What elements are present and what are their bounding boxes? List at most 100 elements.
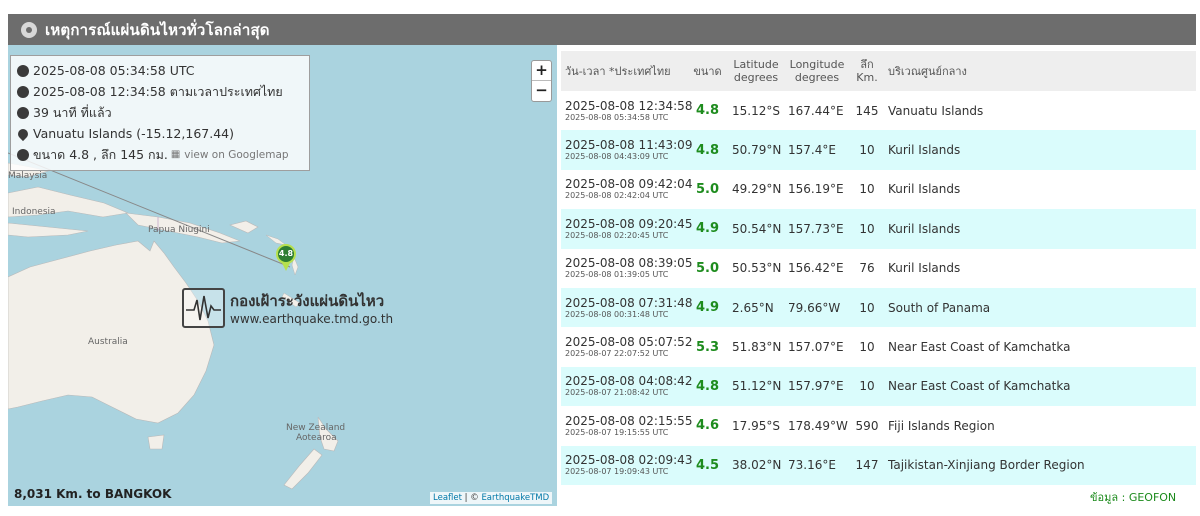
cell-depth: 147 (850, 445, 884, 485)
cell-depth: 10 (850, 209, 884, 249)
cell-longitude: 79.66°W (784, 287, 850, 328)
col-header-depth[interactable]: ลึก Km. (850, 51, 884, 91)
cell-region: Kuril Islands (884, 130, 1196, 170)
zoom-out-button[interactable]: − (532, 81, 551, 101)
table-row[interactable]: 2025-08-08 11:43:09 2025-08-08 04:43:09 U… (561, 130, 1196, 170)
zoom-control: + − (531, 60, 552, 102)
cell-region: Fiji Islands Region (884, 406, 1196, 446)
map-label-aotearoa: Aotearoa (296, 433, 337, 443)
cell-magnitude: 4.9 (687, 209, 728, 249)
seismograph-logo-icon (182, 288, 225, 328)
cell-magnitude: 5.0 (687, 169, 728, 210)
cell-latitude: 38.02°N (728, 445, 784, 485)
cell-longitude: 157.73°E (784, 209, 850, 249)
utc-time: 2025-08-08 00:31:48 UTC (565, 309, 669, 319)
table-row[interactable]: 2025-08-08 08:39:05 2025-08-08 01:39:05 U… (561, 248, 1196, 288)
cell-time: 2025-08-08 05:07:52 2025-08-07 22:07:52 U… (561, 327, 693, 367)
info-elapsed: 39 นาที ที่แล้ว (17, 102, 303, 123)
cell-longitude: 157.97°E (784, 366, 850, 407)
cell-longitude: 157.07°E (784, 327, 850, 367)
map-icon: ▦ (170, 149, 181, 160)
cell-region: Vanuatu Islands (884, 91, 1196, 131)
cell-magnitude: 4.5 (687, 445, 728, 485)
thai-time: 2025-08-08 02:09:43 (565, 453, 693, 468)
col-header-longitude[interactable]: Longitude degrees (784, 51, 850, 91)
thai-time: 2025-08-08 05:07:52 (565, 335, 693, 350)
map-label-australia: Australia (88, 337, 128, 347)
cell-magnitude: 5.3 (687, 327, 728, 367)
earthquake-table: วัน-เวลา *ประเทศไทย ขนาด Latitude degrees… (561, 51, 1196, 485)
earthquake-tmd-link[interactable]: EarthquakeTMD (481, 493, 549, 503)
table-row[interactable]: 2025-08-08 09:20:45 2025-08-08 02:20:45 U… (561, 209, 1196, 249)
cell-magnitude: 4.6 (687, 406, 728, 446)
cell-latitude: 15.12°S (728, 91, 784, 131)
table-row[interactable]: 2025-08-08 02:09:43 2025-08-07 19:09:43 U… (561, 445, 1196, 485)
map-pin-icon (15, 126, 31, 141)
thai-time: 2025-08-08 04:08:42 (565, 374, 693, 389)
thai-time: 2025-08-08 11:43:09 (565, 138, 693, 153)
cell-latitude: 50.79°N (728, 130, 784, 170)
utc-time: 2025-08-08 04:43:09 UTC (565, 152, 669, 162)
distance-to-bangkok: 8,031 Km. to BANGKOK (14, 487, 172, 501)
clock-icon (17, 85, 29, 98)
earthquake-marker[interactable]: 4.8 (276, 244, 296, 272)
cell-depth: 10 (850, 366, 884, 407)
cell-time: 2025-08-08 09:20:45 2025-08-08 02:20:45 U… (561, 209, 692, 249)
googlemap-link[interactable]: view on Googlemap (184, 149, 288, 161)
data-source: ข้อมูล : GEOFON (1090, 491, 1177, 504)
cell-depth: 10 (850, 287, 884, 328)
cell-depth: 10 (850, 130, 884, 170)
cell-time: 2025-08-08 08:39:05 2025-08-08 01:39:05 U… (561, 248, 692, 288)
table-row[interactable]: 2025-08-08 05:07:52 2025-08-07 22:07:52 U… (561, 327, 1196, 367)
utc-time: 2025-08-08 01:39:05 UTC (565, 270, 669, 280)
cell-longitude: 157.4°E (784, 130, 850, 170)
earthquake-table-container: วัน-เวลา *ประเทศไทย ขนาด Latitude degrees… (561, 51, 1196, 485)
cell-latitude: 51.12°N (728, 366, 784, 407)
map-attribution: Leaflet | © EarthquakeTMD (430, 492, 553, 504)
utc-time: 2025-08-08 02:42:04 UTC (565, 191, 669, 201)
col-header-latitude[interactable]: Latitude degrees (728, 51, 784, 91)
info-location: Vanuatu Islands (-15.12,167.44) (15, 123, 303, 144)
cell-longitude: 73.16°E (784, 445, 850, 485)
utc-time: 2025-08-07 19:15:55 UTC (565, 427, 669, 437)
col-header-time[interactable]: วัน-เวลา *ประเทศไทย (561, 51, 687, 91)
table-body: 2025-08-08 12:34:58 2025-08-08 05:34:58 U… (561, 91, 1196, 485)
map-label-new-zealand: New Zealand (286, 423, 346, 433)
info-utc-time: 2025-08-08 05:34:58 UTC (17, 60, 303, 81)
table-row[interactable]: 2025-08-08 02:15:55 2025-08-07 19:15:55 U… (561, 406, 1196, 446)
panel-header: เหตุการณ์แผ่นดินไหวทั่วโลกล่าสุด (8, 14, 1196, 45)
cell-longitude: 178.49°W (784, 406, 850, 446)
col-header-region[interactable]: บริเวณศูนย์กลาง (884, 51, 1196, 91)
cell-region: Tajikistan-Xinjiang Border Region (884, 445, 1196, 485)
location-text: Vanuatu Islands (-15.12,167.44) (33, 126, 234, 141)
thai-time: 2025-08-08 02:15:55 (565, 413, 693, 428)
marker-magnitude: 4.8 (276, 244, 296, 264)
info-summary: ขนาด 4.8 , ลึก 145 กม. ▦ view on Googlem… (17, 144, 303, 165)
table-row[interactable]: 2025-08-08 09:42:04 2025-08-08 02:42:04 U… (561, 169, 1196, 210)
cell-latitude: 2.65°N (728, 287, 784, 328)
thai-time-text: 2025-08-08 12:34:58 ตามเวลาประเทศไทย (33, 83, 283, 99)
leaflet-link[interactable]: Leaflet (433, 493, 462, 503)
table-row[interactable]: 2025-08-08 07:31:48 2025-08-08 00:31:48 U… (561, 287, 1196, 328)
cell-depth: 76 (850, 248, 884, 288)
col-header-magnitude[interactable]: ขนาด (687, 51, 728, 91)
cell-depth: 10 (850, 169, 884, 210)
thai-time: 2025-08-08 09:42:04 (565, 177, 693, 192)
cell-region: Kuril Islands (884, 248, 1196, 288)
cell-magnitude: 5.0 (687, 248, 728, 288)
zoom-in-button[interactable]: + (532, 61, 551, 81)
cell-time: 2025-08-08 07:31:48 2025-08-08 00:31:48 U… (561, 287, 692, 328)
table-row[interactable]: 2025-08-08 04:08:42 2025-08-07 21:08:42 U… (561, 366, 1196, 407)
clock-icon (17, 64, 29, 77)
cell-region: Near East Coast of Kamchatka (884, 327, 1196, 367)
table-row[interactable]: 2025-08-08 12:34:58 2025-08-08 05:34:58 U… (561, 91, 1196, 131)
cell-latitude: 17.95°S (728, 406, 784, 446)
cell-longitude: 156.42°E (784, 248, 850, 288)
cell-region: Kuril Islands (884, 169, 1196, 210)
stopwatch-icon (17, 106, 29, 119)
utc-time: 2025-08-07 22:07:52 UTC (565, 349, 669, 359)
cell-depth: 10 (850, 327, 884, 367)
map-label-malaysia: Malaysia (8, 171, 48, 181)
cell-time: 2025-08-08 11:43:09 2025-08-08 04:43:09 U… (561, 130, 693, 170)
cell-latitude: 49.29°N (728, 169, 784, 210)
